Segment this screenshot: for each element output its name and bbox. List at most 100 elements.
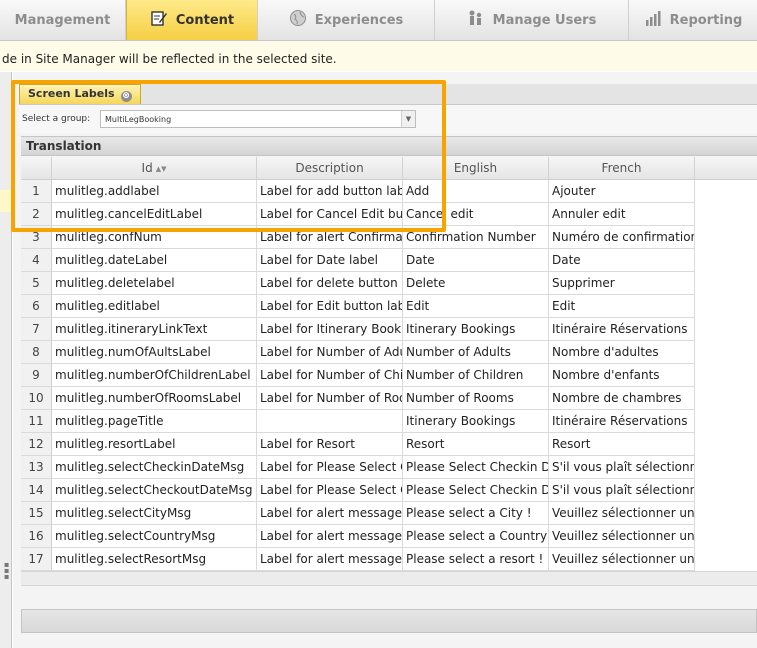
horizontal-scrollbar[interactable] — [21, 571, 757, 586]
table-row[interactable]: 8 mulitleg.numOfAultsLabel Label for Numbe… — [21, 341, 695, 364]
id-cell[interactable]: mulitleg.selectCheckoutDateMsg — [52, 479, 257, 502]
description-cell[interactable]: Label for Cancel Edit button — [257, 203, 403, 226]
tab-content[interactable]: Content — [126, 0, 258, 40]
english-cell[interactable]: Itinerary Bookings — [403, 318, 549, 341]
english-cell[interactable]: Confirmation Number — [403, 226, 549, 249]
description-cell[interactable]: Label for Itinerary Bookings — [257, 318, 403, 341]
id-cell[interactable]: mulitleg.editlabel — [52, 295, 257, 318]
description-cell[interactable]: Label for alert message label — [257, 502, 403, 525]
english-cell[interactable]: Itinerary Bookings — [403, 410, 549, 433]
table-row[interactable]: 3 mulitleg.confNum Label for alert Confirm… — [21, 226, 695, 249]
french-cell[interactable]: Veuillez sélectionner une — [549, 502, 695, 525]
id-cell[interactable]: mulitleg.itineraryLinkText — [52, 318, 257, 341]
id-cell[interactable]: mulitleg.selectCountryMsg — [52, 525, 257, 548]
english-cell[interactable]: Please select a City ! — [403, 502, 549, 525]
french-cell[interactable]: Edit — [549, 295, 695, 318]
resize-handle[interactable]: ▪ ▪ ▪ — [4, 561, 9, 592]
description-cell[interactable] — [257, 410, 403, 433]
table-row[interactable]: 10 mulitleg.numberOfRoomsLabel Label for N… — [21, 387, 695, 410]
description-cell[interactable]: Label for add button label — [257, 180, 403, 203]
french-cell[interactable]: Veuillez sélectionner un pays — [549, 525, 695, 548]
french-cell[interactable]: S'il vous plaît sélectionnez — [549, 479, 695, 502]
description-cell[interactable]: Label for Edit button label — [257, 295, 403, 318]
id-cell[interactable]: mulitleg.dateLabel — [52, 249, 257, 272]
french-cell[interactable]: Ajouter — [549, 180, 695, 203]
table-row[interactable]: 2 mulitleg.cancelEditLabel Label for Cance… — [21, 203, 695, 226]
french-cell[interactable]: Itinéraire Réservations — [549, 410, 695, 433]
id-cell[interactable]: mulitleg.selectResortMsg — [52, 548, 257, 571]
id-cell[interactable]: mulitleg.numberOfRoomsLabel — [52, 387, 257, 410]
description-cell[interactable]: Label for delete button label — [257, 272, 403, 295]
english-cell[interactable]: Number of Adults — [403, 341, 549, 364]
id-cell[interactable]: mulitleg.selectCheckinDateMsg — [52, 456, 257, 479]
table-row[interactable]: 17 mulitleg.selectResortMsg Label for aler… — [21, 548, 695, 571]
description-cell[interactable]: Label for Please Select Checkin — [257, 456, 403, 479]
description-cell[interactable]: Label for Number of Children — [257, 364, 403, 387]
english-cell[interactable]: Please Select Checkin Date — [403, 456, 549, 479]
id-cell[interactable]: mulitleg.cancelEditLabel — [52, 203, 257, 226]
tab-experiences[interactable]: Experiences — [258, 0, 435, 40]
column-header-id[interactable]: Id ▲▼ — [52, 157, 257, 179]
tab-reporting[interactable]: Reporting — [629, 0, 757, 40]
table-row[interactable]: 7 mulitleg.itineraryLinkText Label for Iti… — [21, 318, 695, 341]
tab-screen-labels[interactable]: Screen Labels ⊗ — [19, 84, 141, 104]
column-header-french[interactable]: French — [549, 157, 695, 179]
french-cell[interactable]: Nombre de chambres — [549, 387, 695, 410]
id-cell[interactable]: mulitleg.resortLabel — [52, 433, 257, 456]
id-cell[interactable]: mulitleg.selectCityMsg — [52, 502, 257, 525]
description-cell[interactable]: Label for alert message label — [257, 525, 403, 548]
table-row[interactable]: 15 mulitleg.selectCityMsg Label for alert … — [21, 502, 695, 525]
id-cell[interactable]: mulitleg.pageTitle — [52, 410, 257, 433]
french-cell[interactable]: S'il vous plaît sélectionnez — [549, 456, 695, 479]
french-cell[interactable]: Annuler edit — [549, 203, 695, 226]
chevron-down-icon[interactable]: ▼ — [401, 111, 415, 127]
tab-manage-users[interactable]: Manage Users — [435, 0, 629, 40]
english-cell[interactable]: Please Select Checkin Date — [403, 479, 549, 502]
table-row[interactable]: 12 mulitleg.resortLabel Label for Resort Re… — [21, 433, 695, 456]
id-cell[interactable]: mulitleg.numOfAultsLabel — [52, 341, 257, 364]
french-cell[interactable]: Resort — [549, 433, 695, 456]
french-cell[interactable]: Date — [549, 249, 695, 272]
french-cell[interactable]: Nombre d'adultes — [549, 341, 695, 364]
table-row[interactable]: 14 mulitleg.selectCheckoutDateMsg Label fo… — [21, 479, 695, 502]
description-cell[interactable]: Label for Date label — [257, 249, 403, 272]
english-cell[interactable]: Please select a resort ! — [403, 548, 549, 571]
id-cell[interactable]: mulitleg.deletelabel — [52, 272, 257, 295]
french-cell[interactable]: Numéro de confirmation — [549, 226, 695, 249]
description-cell[interactable]: Label for Please Select Checkout — [257, 479, 403, 502]
table-row[interactable]: 13 mulitleg.selectCheckinDateMsg Label for… — [21, 456, 695, 479]
description-cell[interactable]: Label for alert Confirmation — [257, 226, 403, 249]
english-cell[interactable]: Delete — [403, 272, 549, 295]
selected-tree-item[interactable] — [0, 190, 11, 212]
french-cell[interactable]: Supprimer — [549, 272, 695, 295]
english-cell[interactable]: Cancel edit — [403, 203, 549, 226]
column-header-description[interactable]: Description — [257, 157, 403, 179]
id-cell[interactable]: mulitleg.confNum — [52, 226, 257, 249]
table-row[interactable]: 1 mulitleg.addlabel Label for add button l… — [21, 180, 695, 203]
french-cell[interactable]: Nombre d'enfants — [549, 364, 695, 387]
table-row[interactable]: 6 mulitleg.editlabel Label for Edit button… — [21, 295, 695, 318]
description-cell[interactable]: Label for alert message label — [257, 548, 403, 571]
english-cell[interactable]: Number of Children — [403, 364, 549, 387]
table-row[interactable]: 16 mulitleg.selectCountryMsg Label for ale… — [21, 525, 695, 548]
english-cell[interactable]: Edit — [403, 295, 549, 318]
close-icon[interactable]: ⊗ — [120, 91, 132, 102]
table-row[interactable]: 11 mulitleg.pageTitle Itinerary Bookings It… — [21, 410, 695, 433]
column-header-english[interactable]: English — [403, 157, 549, 179]
english-cell[interactable]: Date — [403, 249, 549, 272]
french-cell[interactable]: Itinéraire Réservations — [549, 318, 695, 341]
english-cell[interactable]: Number of Rooms — [403, 387, 549, 410]
description-cell[interactable]: Label for Resort — [257, 433, 403, 456]
english-cell[interactable]: Resort — [403, 433, 549, 456]
group-select[interactable]: MultiLegBooking ▼ — [100, 110, 416, 128]
table-row[interactable]: 9 mulitleg.numberOfChildrenLabel Label for… — [21, 364, 695, 387]
french-cell[interactable]: Veuillez sélectionner un centre — [549, 548, 695, 571]
description-cell[interactable]: Label for Number of Rooms — [257, 387, 403, 410]
table-row[interactable]: 4 mulitleg.dateLabel Label for Date label … — [21, 249, 695, 272]
id-cell[interactable]: mulitleg.numberOfChildrenLabel — [52, 364, 257, 387]
description-cell[interactable]: Label for Number of Adults — [257, 341, 403, 364]
english-cell[interactable]: Please select a Country ! — [403, 525, 549, 548]
tab-management[interactable]: Management — [0, 0, 126, 40]
table-row[interactable]: 5 mulitleg.deletelabel Label for delete bu… — [21, 272, 695, 295]
id-cell[interactable]: mulitleg.addlabel — [52, 180, 257, 203]
